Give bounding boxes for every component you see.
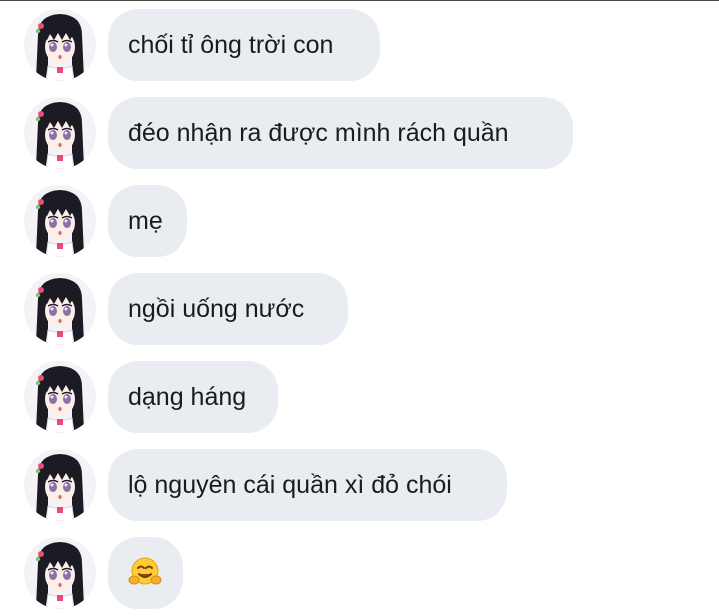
sender-avatar[interactable] [24,9,96,81]
message-bubble[interactable]: dạng háng [108,361,278,433]
sender-avatar[interactable] [24,185,96,257]
hugging-face-emoji-icon [128,557,162,585]
message-text: mẹ [128,206,163,235]
message-text: chối tỉ ông trời con [128,30,334,59]
sender-avatar[interactable] [24,537,96,609]
message-row: mẹ [0,185,719,257]
message-row: dạng háng [0,361,719,433]
message-bubble[interactable]: ngồi uống nước [108,273,348,345]
message-row: đéo nhận ra được mình rách quần [0,97,719,169]
sender-avatar[interactable] [24,97,96,169]
sender-avatar[interactable] [24,361,96,433]
message-bubble[interactable]: lộ nguyên cái quần xì đỏ chói [108,449,507,521]
sender-avatar[interactable] [24,273,96,345]
message-row [0,537,719,609]
message-bubble[interactable] [108,537,183,609]
sender-avatar[interactable] [24,449,96,521]
message-bubble[interactable]: chối tỉ ông trời con [108,9,380,81]
message-row: lộ nguyên cái quần xì đỏ chói [0,449,719,521]
message-text: dạng háng [128,382,247,411]
message-text: đéo nhận ra được mình rách quần [128,118,509,147]
message-text: lộ nguyên cái quần xì đỏ chói [128,470,452,499]
message-row: chối tỉ ông trời con [0,9,719,81]
message-row: ngồi uống nước [0,273,719,345]
message-bubble[interactable]: mẹ [108,185,187,257]
message-thread[interactable]: chối tỉ ông trời con đéo nhận ra được mì… [0,0,719,616]
message-text: ngồi uống nước [128,294,305,323]
message-bubble[interactable]: đéo nhận ra được mình rách quần [108,97,573,169]
